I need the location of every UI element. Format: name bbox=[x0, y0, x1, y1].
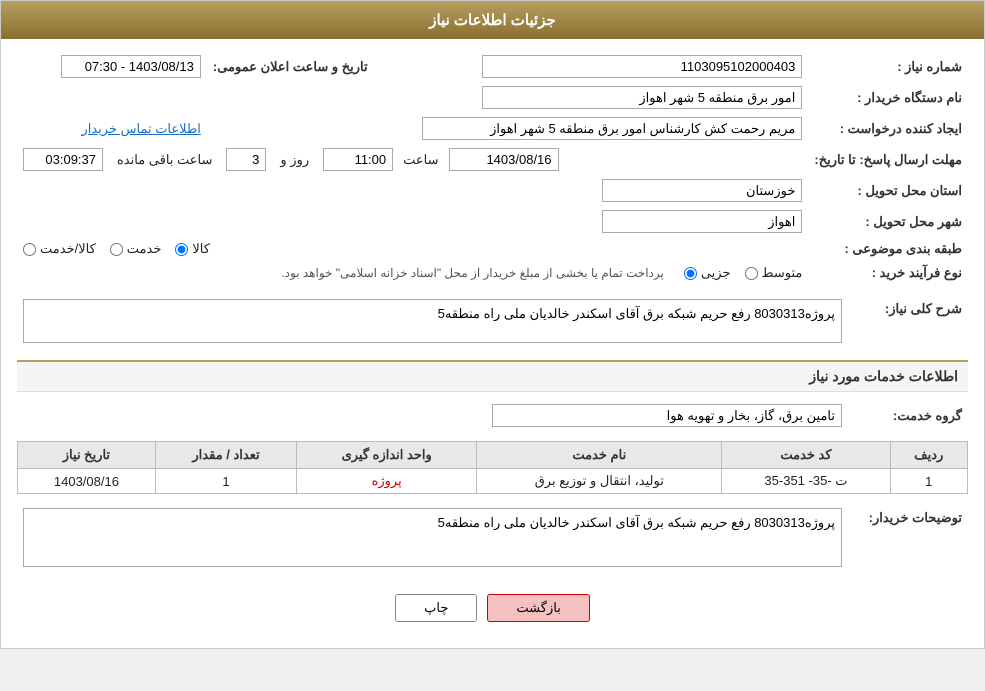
col-code: کد خدمت bbox=[722, 442, 890, 469]
deadline-remaining-input[interactable] bbox=[23, 148, 103, 171]
button-bar: بازگشت چاپ bbox=[17, 584, 968, 636]
deadline-days-input[interactable] bbox=[226, 148, 266, 171]
col-row: ردیف bbox=[890, 442, 967, 469]
deadline-date-input[interactable] bbox=[449, 148, 559, 171]
need-number-label: شماره نیاز : bbox=[808, 51, 968, 82]
need-desc-textarea[interactable] bbox=[23, 299, 842, 343]
city-label: شهر محل تحویل : bbox=[808, 206, 968, 237]
print-button[interactable]: چاپ bbox=[395, 594, 477, 622]
buyer-desc-label: توضیحات خریدار: bbox=[848, 504, 968, 574]
deadline-time-label: ساعت bbox=[403, 152, 438, 168]
col-count: تعداد / مقدار bbox=[155, 442, 296, 469]
creator-label: ایجاد کننده درخواست : bbox=[808, 113, 968, 144]
creator-input[interactable] bbox=[422, 117, 802, 140]
services-table: ردیف کد خدمت نام خدمت واحد اندازه گیری ت… bbox=[17, 441, 968, 494]
need-number-input[interactable] bbox=[482, 55, 802, 78]
deadline-remaining-label: ساعت باقی مانده bbox=[117, 152, 212, 168]
announce-date-input[interactable] bbox=[61, 55, 201, 78]
radio-kala-label: کالا bbox=[192, 241, 210, 257]
radio-khedmat[interactable]: خدمت bbox=[110, 241, 162, 257]
service-group-input[interactable] bbox=[492, 404, 842, 427]
col-date: تاریخ نیاز bbox=[18, 442, 156, 469]
process-note: پرداخت تمام یا بخشی از مبلغ خریدار از مح… bbox=[281, 266, 664, 280]
province-input[interactable] bbox=[602, 179, 802, 202]
deadline-time-input[interactable] bbox=[323, 148, 393, 171]
page-header: جزئیات اطلاعات نیاز bbox=[1, 1, 984, 39]
col-unit: واحد اندازه گیری bbox=[297, 442, 477, 469]
need-desc-label: شرح کلی نیاز: bbox=[848, 295, 968, 350]
announce-date-label: تاریخ و ساعت اعلان عمومی: bbox=[207, 51, 374, 82]
city-input[interactable] bbox=[602, 210, 802, 233]
page-title: جزئیات اطلاعات نیاز bbox=[429, 12, 556, 29]
buyer-desc-textarea[interactable] bbox=[23, 508, 842, 567]
buyer-org-input[interactable] bbox=[482, 86, 802, 109]
radio-jozvi-label: جزیی bbox=[701, 265, 731, 281]
radio-khedmat-label: خدمت bbox=[127, 241, 162, 257]
buyer-org-label: نام دستگاه خریدار : bbox=[808, 82, 968, 113]
radio-kala-khedmat-label: کالا/خدمت bbox=[40, 241, 96, 257]
services-section-title: اطلاعات خدمات مورد نیاز bbox=[17, 360, 968, 392]
category-label: طبقه بندی موضوعی : bbox=[808, 237, 968, 261]
province-label: استان محل تحویل : bbox=[808, 175, 968, 206]
contact-link[interactable]: اطلاعات تماس خریدار bbox=[81, 121, 200, 136]
radio-jozvi[interactable]: جزیی bbox=[684, 265, 731, 281]
deadline-label: مهلت ارسال پاسخ: تا تاریخ: bbox=[808, 144, 968, 175]
deadline-days-label: روز و bbox=[280, 152, 309, 168]
back-button[interactable]: بازگشت bbox=[487, 594, 589, 622]
process-label: نوع فرآیند خرید : bbox=[808, 261, 968, 285]
col-name: نام خدمت bbox=[477, 442, 722, 469]
radio-kala[interactable]: کالا bbox=[175, 241, 210, 257]
radio-motavaset-label: متوسط bbox=[762, 265, 803, 281]
radio-motavaset[interactable]: متوسط bbox=[745, 265, 803, 281]
radio-kala-khedmat[interactable]: کالا/خدمت bbox=[23, 241, 96, 257]
table-row: 1ت -35- 351-35تولید، انتقال و توزیع برقپ… bbox=[18, 469, 968, 494]
service-group-label: گروه خدمت: bbox=[848, 400, 968, 431]
